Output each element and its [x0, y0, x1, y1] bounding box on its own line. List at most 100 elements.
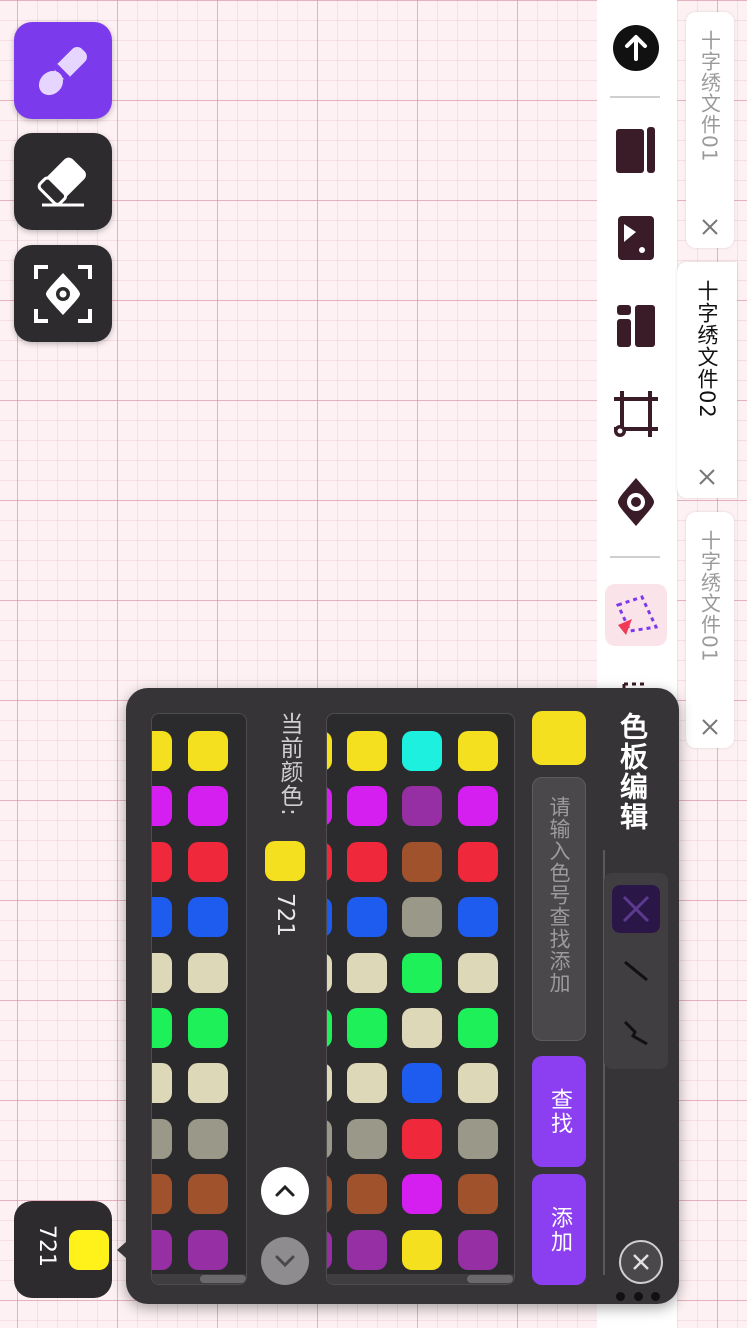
color-swatch[interactable]: [327, 1174, 332, 1215]
canvas-settings-button[interactable]: [610, 388, 662, 440]
current-color-label: 当前颜色:: [276, 712, 302, 817]
add-button[interactable]: 添加: [532, 1174, 586, 1285]
color-swatch[interactable]: [347, 731, 387, 771]
color-swatch[interactable]: [327, 952, 332, 993]
color-swatch[interactable]: [458, 1174, 498, 1215]
color-swatch[interactable]: [188, 786, 228, 827]
color-swatch[interactable]: [152, 786, 172, 827]
stroke-single-button[interactable]: [612, 947, 660, 995]
color-swatch[interactable]: [152, 841, 172, 882]
color-swatch[interactable]: [327, 1008, 332, 1048]
pencil-tool-button[interactable]: [14, 22, 112, 119]
current-color-chip[interactable]: 721: [14, 1201, 112, 1298]
color-swatch[interactable]: [152, 1118, 172, 1159]
color-swatch[interactable]: [347, 1229, 387, 1270]
color-swatch[interactable]: [402, 786, 442, 827]
color-swatch[interactable]: [458, 841, 498, 882]
color-swatch[interactable]: [458, 1063, 498, 1104]
file-panel-button[interactable]: [610, 124, 662, 176]
color-swatch[interactable]: [188, 841, 228, 882]
available-colors-grid[interactable]: [326, 713, 515, 1285]
color-swatch[interactable]: [458, 1008, 498, 1048]
canvas-settings-icon: [614, 391, 658, 437]
close-icon: [633, 1254, 649, 1270]
color-swatch[interactable]: [458, 786, 498, 827]
chip-pointer: [117, 1242, 126, 1258]
search-button[interactable]: 查找: [532, 1056, 586, 1167]
scroll-down-button[interactable]: [261, 1237, 309, 1285]
color-swatch[interactable]: [458, 952, 498, 993]
color-swatch[interactable]: [402, 1174, 442, 1215]
color-swatch[interactable]: [458, 731, 498, 771]
color-swatch[interactable]: [402, 952, 442, 993]
tab-close-button[interactable]: [699, 716, 721, 738]
stroke-double-button[interactable]: [612, 1009, 660, 1057]
color-swatch[interactable]: [188, 1063, 228, 1104]
horizontal-scrollbar[interactable]: [152, 1274, 246, 1284]
color-swatch[interactable]: [188, 952, 228, 993]
tab-file-01-copy[interactable]: 十字绣文件01: [686, 512, 734, 748]
color-swatch[interactable]: [152, 1008, 172, 1048]
color-swatch[interactable]: [458, 897, 498, 938]
color-swatch[interactable]: [402, 841, 442, 882]
scrollbar-thumb[interactable]: [200, 1275, 246, 1283]
color-swatch[interactable]: [188, 897, 228, 938]
color-swatch[interactable]: [152, 1063, 172, 1104]
color-swatch[interactable]: [458, 1118, 498, 1159]
view-focus-tool-button[interactable]: [14, 245, 112, 342]
color-search-input[interactable]: 请输入色号查找添加: [532, 777, 586, 1041]
color-swatch[interactable]: [327, 1118, 332, 1159]
stroke-options: [604, 873, 668, 1069]
color-swatch[interactable]: [402, 1118, 442, 1159]
color-swatch[interactable]: [347, 1008, 387, 1048]
close-panel-button[interactable]: [619, 1240, 663, 1284]
color-swatch[interactable]: [152, 952, 172, 993]
preview-button[interactable]: [610, 476, 662, 528]
current-palette-grid[interactable]: [151, 713, 247, 1285]
color-swatch[interactable]: [188, 731, 228, 771]
pencil-icon: [38, 46, 87, 95]
color-swatch[interactable]: [152, 731, 172, 771]
more-options-icon[interactable]: [616, 1292, 660, 1302]
color-swatch[interactable]: [327, 897, 332, 938]
color-swatch[interactable]: [402, 1008, 442, 1048]
color-swatch[interactable]: [347, 786, 387, 827]
tab-file-01[interactable]: 十字绣文件01: [686, 12, 734, 248]
color-swatch[interactable]: [402, 731, 442, 771]
color-swatch[interactable]: [347, 897, 387, 938]
toolbar-divider: [610, 96, 660, 98]
color-swatch[interactable]: [347, 841, 387, 882]
color-swatch[interactable]: [188, 1008, 228, 1048]
color-swatch[interactable]: [402, 1063, 442, 1104]
tab-close-button[interactable]: [699, 216, 721, 238]
color-swatch[interactable]: [152, 1229, 172, 1270]
color-swatch[interactable]: [458, 1229, 498, 1270]
color-swatch[interactable]: [327, 786, 332, 827]
layout-button[interactable]: [610, 300, 662, 352]
color-swatch[interactable]: [347, 1118, 387, 1159]
color-swatch[interactable]: [402, 1229, 442, 1270]
tab-close-button[interactable]: [696, 466, 718, 488]
color-swatch[interactable]: [327, 731, 332, 771]
eraser-tool-button[interactable]: [14, 133, 112, 230]
color-swatch[interactable]: [327, 841, 332, 882]
scroll-up-button[interactable]: [261, 1167, 309, 1215]
color-swatch[interactable]: [347, 1063, 387, 1104]
scrollbar-thumb[interactable]: [467, 1275, 513, 1283]
color-swatch[interactable]: [152, 897, 172, 938]
horizontal-scrollbar[interactable]: [327, 1274, 514, 1284]
color-swatch[interactable]: [402, 897, 442, 938]
color-swatch[interactable]: [188, 1229, 228, 1270]
color-swatch[interactable]: [347, 1174, 387, 1215]
color-swatch[interactable]: [188, 1118, 228, 1159]
color-swatch[interactable]: [327, 1229, 332, 1270]
color-swatch[interactable]: [327, 1063, 332, 1104]
stroke-none-button[interactable]: [612, 885, 660, 933]
tab-file-02[interactable]: 十字绣文件02: [677, 262, 737, 498]
color-swatch[interactable]: [188, 1174, 228, 1215]
color-swatch[interactable]: [347, 952, 387, 993]
image-import-button[interactable]: [610, 212, 662, 264]
lasso-select-button[interactable]: [605, 584, 667, 646]
color-swatch[interactable]: [152, 1174, 172, 1215]
upload-button[interactable]: [610, 22, 662, 74]
